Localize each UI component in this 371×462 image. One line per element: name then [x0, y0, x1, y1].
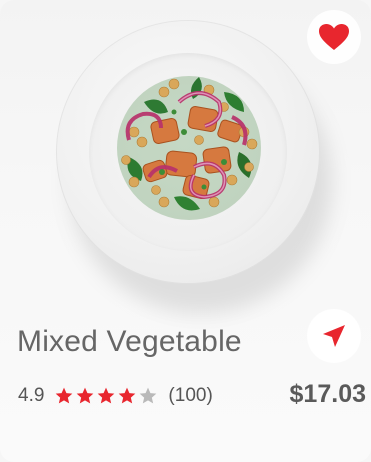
star-icon	[77, 387, 94, 404]
review-count: (100)	[168, 385, 213, 406]
star-icon	[98, 387, 115, 404]
star-icon	[119, 387, 136, 404]
rating-stars	[54, 386, 158, 406]
navigate-button[interactable]	[307, 309, 361, 363]
heart-icon	[319, 24, 349, 50]
rating-row: 4.9 (100)	[18, 385, 213, 407]
food-image	[117, 76, 261, 220]
product-card[interactable]: Mixed Vegetable 4.9 (100) $17.03	[0, 0, 371, 462]
navigation-arrow-icon	[323, 325, 345, 347]
product-name: Mixed Vegetable	[17, 325, 242, 358]
price: $17.03	[289, 380, 366, 408]
star-icon	[56, 387, 73, 404]
favorite-button[interactable]	[307, 10, 361, 64]
rating-value: 4.9	[18, 385, 45, 406]
star-empty-icon	[140, 387, 157, 404]
